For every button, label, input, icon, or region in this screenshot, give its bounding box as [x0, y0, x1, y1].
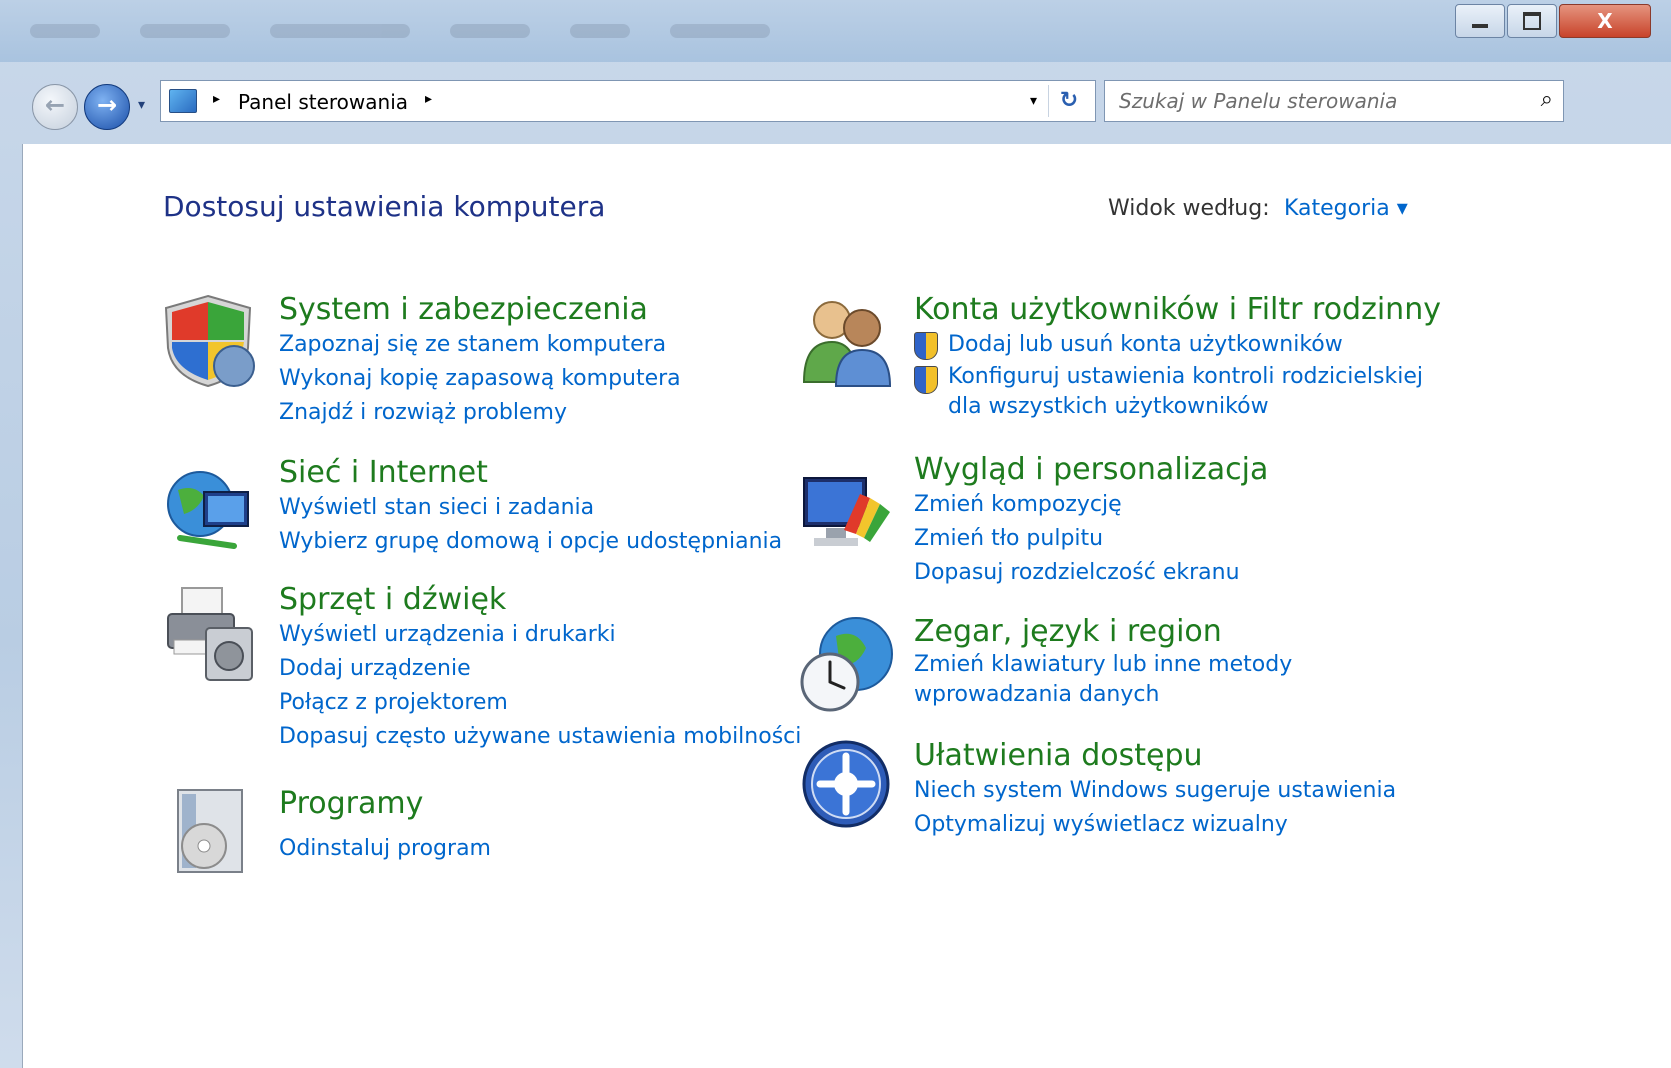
link-homegroup[interactable]: Wybierz grupę domową i opcje udostępnian…: [279, 525, 782, 559]
link-devices-printers[interactable]: Wyświetl urządzenia i drukarki: [279, 618, 801, 652]
breadcrumb-separator-icon[interactable]: ▸: [425, 91, 432, 107]
link-change-background[interactable]: Zmień tło pulpitu: [914, 522, 1268, 556]
category-appearance: Wygląd i personalizacja Zmień kompozycję…: [914, 452, 1268, 590]
category-network-internet: Sieć i Internet Wyświetl stan sieci i za…: [279, 455, 782, 559]
view-by-dropdown[interactable]: Kategoria ▾: [1284, 196, 1408, 221]
category-title[interactable]: Wygląd i personalizacja: [914, 452, 1268, 488]
maximize-button[interactable]: [1507, 4, 1557, 38]
address-bar[interactable]: ▸ Panel sterowania ▸ ▾ ↻: [160, 80, 1096, 122]
link-network-status[interactable]: Wyświetl stan sieci i zadania: [279, 491, 782, 525]
control-panel-window: X ← → ▾ ▸ Panel sterowania ▸ ▾ ↻ Szukaj …: [0, 0, 1671, 1068]
link-mobility-settings[interactable]: Dopasuj często używane ustawienia mobiln…: [279, 720, 801, 754]
link-screen-resolution[interactable]: Dopasuj rozdzielczość ekranu: [914, 556, 1268, 590]
category-title[interactable]: Zegar, język i region: [914, 614, 1424, 650]
link-add-device[interactable]: Dodaj urządzenie: [279, 652, 801, 686]
content-pane: [22, 144, 1671, 1068]
link-change-keyboards[interactable]: Zmień klawiatury lub inne metody wprowad…: [914, 650, 1424, 710]
link-optimize-display[interactable]: Optymalizuj wyświetlacz wizualny: [914, 808, 1396, 842]
category-user-accounts: Konta użytkowników i Filtr rodzinny Doda…: [914, 292, 1441, 422]
uac-shield-icon: [914, 366, 938, 394]
link-windows-suggest[interactable]: Niech system Windows sugeruje ustawienia: [914, 774, 1396, 808]
link-add-remove-accounts[interactable]: Dodaj lub usuń konta użytkowników: [914, 328, 1441, 362]
view-by-label: Widok według:: [1108, 196, 1270, 221]
category-hardware-sound: Sprzęt i dźwięk Wyświetl urządzenia i dr…: [279, 582, 801, 754]
category-title[interactable]: Programy: [279, 786, 491, 822]
shield-icon[interactable]: [164, 294, 256, 390]
address-dropdown-icon[interactable]: ▾: [1030, 93, 1037, 109]
clock-globe-icon[interactable]: [800, 614, 896, 714]
link-troubleshoot[interactable]: Znajdź i rozwiąż problemy: [279, 396, 681, 430]
back-button[interactable]: ←: [32, 84, 78, 130]
printer-speaker-icon[interactable]: [164, 584, 258, 684]
category-title[interactable]: Ułatwienia dostępu: [914, 738, 1396, 774]
link-text[interactable]: Dodaj lub usuń konta użytkowników: [948, 328, 1343, 362]
history-dropdown-icon[interactable]: ▾: [138, 97, 145, 113]
category-title[interactable]: Sprzęt i dźwięk: [279, 582, 801, 618]
link-connect-projector[interactable]: Połącz z projektorem: [279, 686, 801, 720]
breadcrumb-control-panel[interactable]: Panel sterowania: [238, 90, 408, 114]
category-ease-of-access: Ułatwienia dostępu Niech system Windows …: [914, 738, 1396, 842]
link-backup[interactable]: Wykonaj kopię zapasową komputera: [279, 362, 681, 396]
window-controls: X: [1453, 4, 1651, 38]
breadcrumb-separator-icon[interactable]: ▸: [213, 91, 220, 107]
category-title[interactable]: System i zabezpieczenia: [279, 292, 681, 328]
minimize-button[interactable]: [1455, 4, 1505, 38]
back-arrow-icon: ←: [44, 91, 66, 119]
category-title[interactable]: Konta użytkowników i Filtr rodzinny: [914, 292, 1441, 328]
network-globe-icon[interactable]: [164, 466, 256, 556]
minimize-icon: [1472, 24, 1488, 28]
link-parental-controls[interactable]: Konfiguruj ustawienia kontroli rodziciel…: [914, 362, 1426, 422]
uac-shield-icon: [914, 332, 938, 360]
search-input[interactable]: Szukaj w Panelu sterowania: [1119, 89, 1397, 113]
search-icon[interactable]: ⌕: [1541, 87, 1553, 112]
forward-button[interactable]: →: [84, 84, 130, 130]
forward-arrow-icon: →: [96, 91, 118, 119]
link-uninstall-program[interactable]: Odinstaluj program: [279, 832, 491, 866]
category-clock-language-region: Zegar, język i region Zmień klawiatury l…: [914, 614, 1424, 710]
close-button[interactable]: X: [1559, 4, 1651, 38]
category-system-security: System i zabezpieczenia Zapoznaj się ze …: [279, 292, 681, 430]
category-programs: Programy Odinstaluj program: [279, 786, 491, 866]
category-title[interactable]: Sieć i Internet: [279, 455, 782, 491]
blurred-menu: [30, 24, 770, 42]
page-title: Dostosuj ustawienia komputera: [163, 190, 606, 223]
monitor-palette-icon[interactable]: [800, 472, 894, 552]
title-bar: X: [0, 0, 1671, 62]
maximize-icon: [1523, 12, 1541, 30]
programs-box-icon[interactable]: [164, 784, 254, 876]
refresh-button[interactable]: ↻: [1048, 85, 1089, 117]
link-text[interactable]: Konfiguruj ustawienia kontroli rodziciel…: [948, 362, 1426, 422]
control-panel-icon: [169, 89, 197, 113]
link-check-status[interactable]: Zapoznaj się ze stanem komputera: [279, 328, 681, 362]
users-icon[interactable]: [800, 294, 896, 388]
link-change-theme[interactable]: Zmień kompozycję: [914, 488, 1268, 522]
accessibility-icon[interactable]: [800, 738, 892, 830]
search-box[interactable]: Szukaj w Panelu sterowania ⌕: [1104, 80, 1564, 122]
